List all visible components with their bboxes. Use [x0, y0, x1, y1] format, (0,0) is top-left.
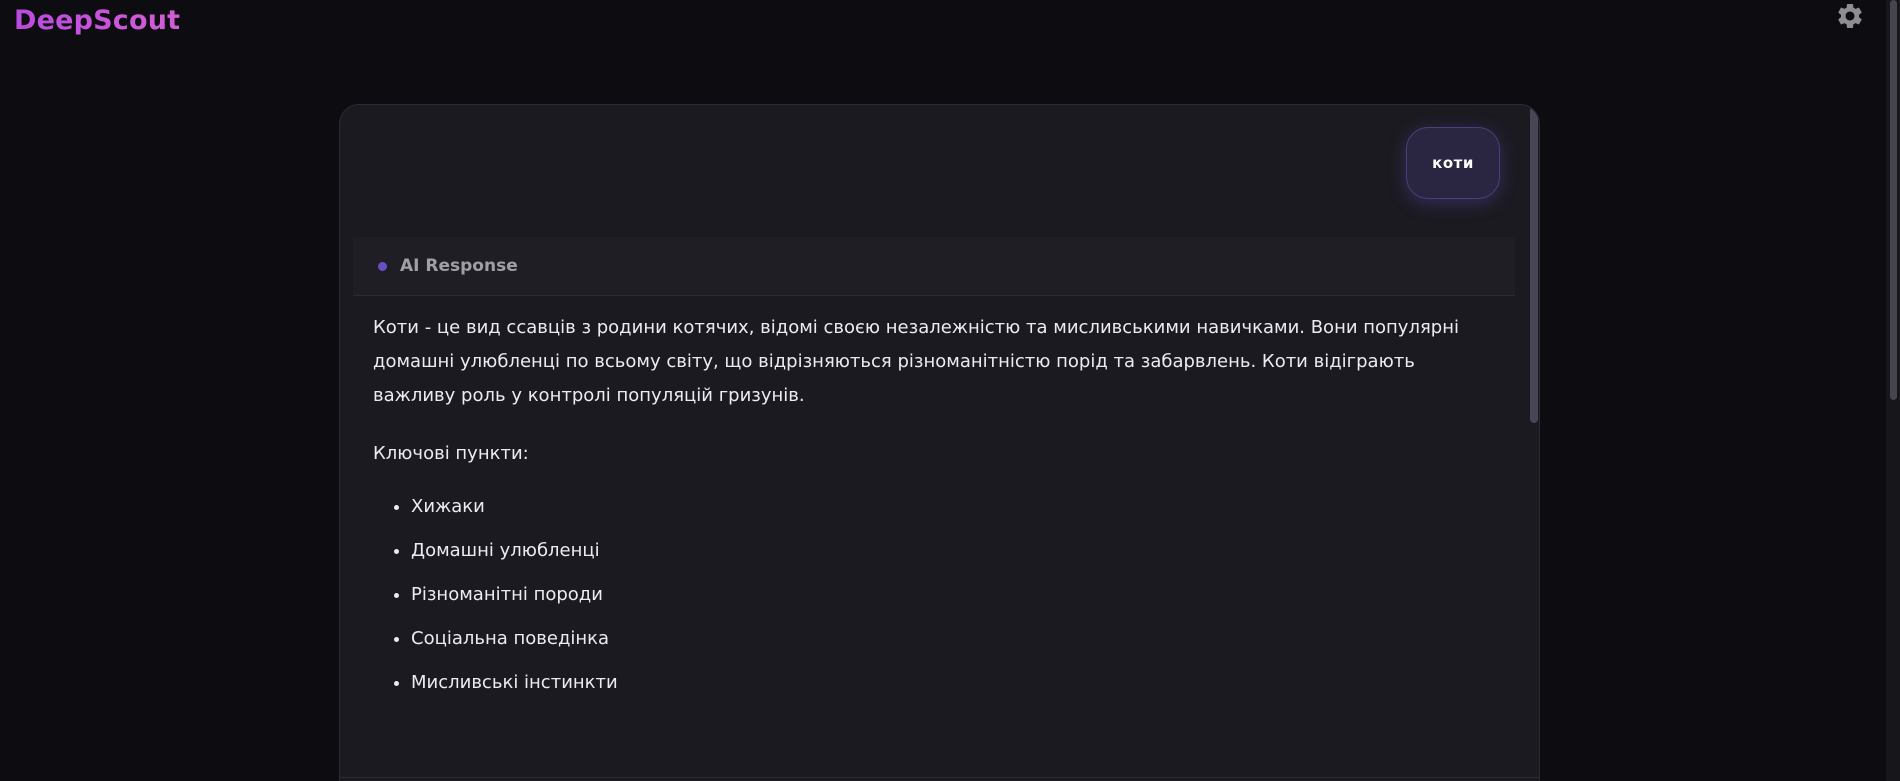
key-points-heading: Ключові пункти: — [373, 443, 529, 464]
list-item: Соціальна поведінка — [411, 617, 1493, 661]
ai-response-body: Коти - це вид ссавців з родини котячих, … — [373, 311, 1493, 705]
app-logo[interactable]: DeepScout — [14, 5, 180, 36]
list-item: Домашні улюбленці — [411, 529, 1493, 573]
list-item: Мисливські інстинкти — [411, 661, 1493, 705]
ai-response-header: AI Response — [353, 237, 1515, 296]
list-item: Хижаки — [411, 485, 1493, 529]
gear-icon — [1835, 1, 1865, 35]
page-scrollbar-thumb[interactable] — [1890, 0, 1897, 400]
settings-button[interactable] — [1834, 2, 1866, 34]
list-item: Різноманітні породи — [411, 573, 1493, 617]
panel-divider — [340, 777, 1539, 778]
page-scrollbar[interactable] — [1886, 0, 1900, 781]
key-points-list: Хижаки Домашні улюбленці Різноманітні по… — [373, 485, 1493, 705]
panel-scrollbar-thumb[interactable] — [1530, 107, 1538, 423]
panel-scrollbar[interactable] — [1529, 105, 1539, 781]
response-paragraph: Коти - це вид ссавців з родини котячих, … — [373, 317, 1459, 406]
ai-response-label: AI Response — [400, 256, 518, 276]
chat-panel: коти AI Response Коти - це вид ссавців з… — [339, 104, 1540, 781]
user-message-bubble: коти — [1406, 127, 1500, 199]
status-dot-icon — [378, 261, 387, 271]
